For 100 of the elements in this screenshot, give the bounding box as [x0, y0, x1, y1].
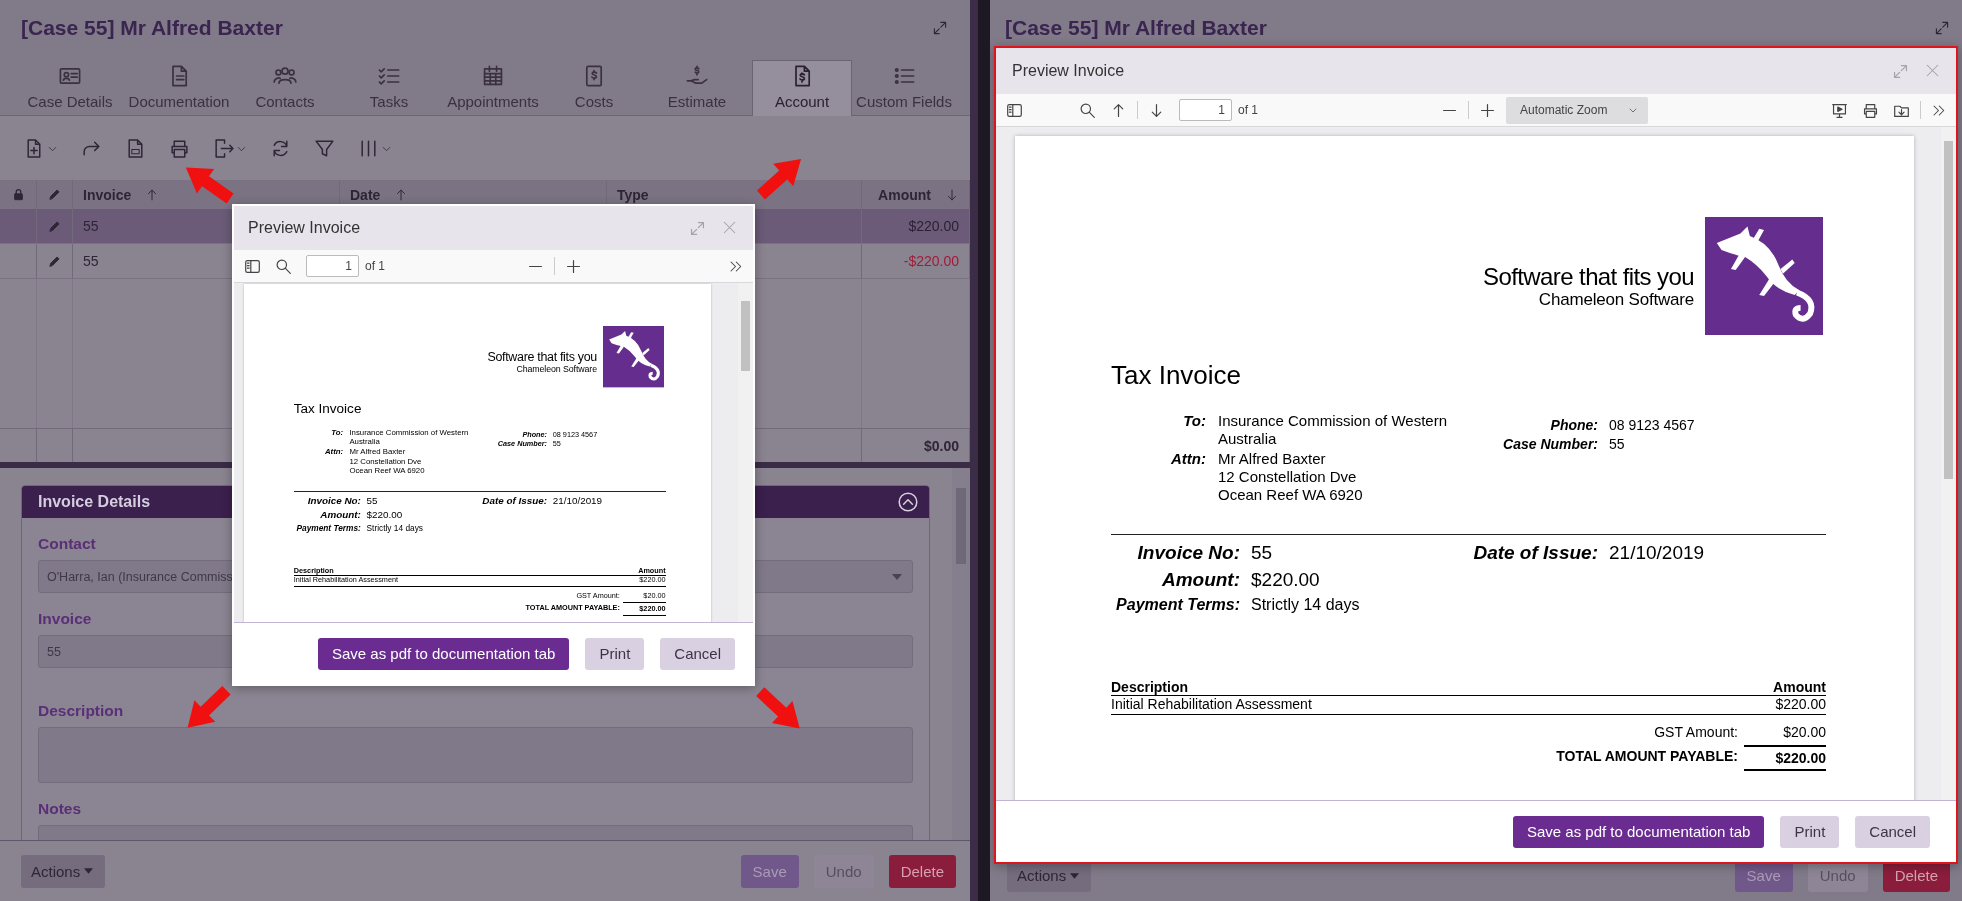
pencil-icon[interactable] — [48, 219, 61, 233]
pdf-icon[interactable] — [125, 137, 146, 159]
tab[interactable]: Account — [752, 60, 852, 116]
save-button[interactable]: Save — [740, 854, 799, 888]
document-title: Tax Invoice — [293, 400, 363, 417]
page-number-field[interactable]: 1 — [306, 255, 359, 277]
page-number-field[interactable]: 1 — [1179, 99, 1232, 121]
column-header[interactable]: Type — [617, 186, 649, 203]
dialog-button[interactable]: Cancel — [1855, 815, 1930, 848]
table-cell: 55 — [83, 253, 99, 269]
field-value: 55 — [1609, 435, 1626, 454]
caret-icon[interactable] — [1070, 872, 1080, 879]
tab[interactable]: Case Details — [14, 55, 126, 116]
scrollbar[interactable] — [952, 468, 970, 840]
page-count: of 1 — [365, 259, 385, 273]
document-title: Tax Invoice — [1111, 360, 1243, 390]
tab[interactable]: Custom Fields — [852, 55, 956, 116]
zoom-in-icon[interactable] — [1479, 101, 1496, 119]
total-value: $20.00 — [1782, 723, 1826, 742]
refresh-icon[interactable] — [270, 137, 291, 159]
field-label: Invoice No: — [306, 494, 361, 509]
total-value: $220.00 — [1744, 745, 1826, 771]
tab[interactable]: Costs — [546, 55, 642, 116]
address-line: Mr Alfred Baxter — [1218, 450, 1327, 468]
address-line: 12 Constellation Dve — [1218, 468, 1358, 486]
table-cell: -$220.00 — [903, 253, 959, 269]
double-chevron-icon[interactable] — [728, 258, 743, 274]
table-header: Amount — [1773, 679, 1826, 695]
scrollbar[interactable] — [738, 283, 753, 622]
tab[interactable]: Tasks — [338, 55, 440, 116]
total-label: TOTAL AMOUNT PAYABLE: — [1556, 747, 1739, 766]
field-label: Payment Terms: — [1115, 595, 1240, 615]
field-label: Date of Issue: — [1472, 541, 1598, 565]
company-name: Chameleon Software — [515, 364, 597, 375]
column-header[interactable]: Invoice — [83, 186, 160, 203]
actions-button[interactable]: Actions — [21, 854, 106, 888]
sidebar-icon[interactable] — [1006, 101, 1023, 119]
company-tagline: Software that fits you — [1483, 264, 1694, 290]
field-value: $220.00 — [366, 508, 404, 523]
table-cell: 55 — [83, 218, 99, 234]
zoom-select[interactable]: Automatic Zoom — [1506, 96, 1648, 124]
field-label: To: — [1182, 412, 1206, 431]
collapse-icon[interactable] — [897, 491, 919, 513]
caret-icon[interactable] — [892, 573, 902, 580]
filter-icon[interactable] — [314, 137, 335, 159]
field-label: Invoice No: — [1136, 541, 1240, 565]
dialog-button[interactable]: Print — [1780, 815, 1840, 848]
dialog-title: Preview Invoice — [1012, 62, 1125, 80]
delete-button[interactable]: Delete — [888, 854, 956, 888]
zoom-in-icon[interactable] — [565, 257, 582, 275]
tab[interactable]: Appointments — [440, 55, 546, 116]
pencil-icon[interactable] — [48, 254, 61, 268]
calendar-icon — [481, 64, 505, 88]
save-pdf-button[interactable]: Save as pdf to documentation tab — [1512, 815, 1765, 848]
search-icon[interactable] — [275, 257, 292, 275]
field-value: 21/10/2019 — [552, 494, 603, 509]
pointer-arrow — [756, 687, 800, 729]
expand-icon[interactable] — [932, 19, 948, 36]
caret-icon[interactable] — [84, 868, 94, 874]
field-label: Date of Issue: — [481, 494, 547, 509]
pointer-arrow — [185, 167, 234, 204]
pencil-icon — [48, 188, 61, 201]
field-value: Strictly 14 days — [1251, 595, 1361, 615]
field-label: Notes — [38, 799, 83, 819]
field-label: Phone: — [1549, 416, 1598, 435]
scrollbar[interactable] — [1941, 127, 1956, 800]
sidebar-icon[interactable] — [244, 257, 261, 275]
field-label: Amount: — [319, 508, 361, 523]
page-count: of 1 — [1238, 103, 1258, 117]
print-icon[interactable] — [169, 137, 190, 159]
company-name: Chameleon Software — [1537, 290, 1694, 310]
field-value: 55 — [366, 494, 379, 509]
lizard-logo — [602, 326, 665, 388]
print-icon[interactable] — [1862, 101, 1879, 119]
column-header[interactable]: Date — [350, 186, 409, 203]
field-label: Attn: — [1170, 450, 1206, 469]
tab[interactable]: Estimate — [642, 55, 752, 116]
panel-title: [Case 55] Mr Alfred Baxter — [1005, 15, 1267, 40]
table-cell: $220.00 — [908, 218, 959, 234]
field-value: Strictly 14 days — [366, 522, 424, 535]
columns-icon[interactable] — [358, 137, 379, 159]
tab[interactable]: Contacts — [232, 55, 338, 116]
field-label: Case Number: — [1502, 435, 1598, 454]
column-header[interactable]: Amount — [878, 186, 959, 203]
double-chevron-icon[interactable] — [1931, 102, 1946, 118]
dialog-button[interactable]: Cancel — [660, 637, 735, 670]
presentation-icon[interactable] — [1831, 101, 1848, 119]
field-value: 55 — [1251, 541, 1274, 565]
panel-title: [Case 55] Mr Alfred Baxter — [21, 15, 283, 40]
field-value: $220.00 — [1251, 568, 1321, 592]
tab[interactable]: Documentation — [126, 55, 232, 116]
total-label: GST Amount: — [1654, 723, 1739, 742]
export-icon[interactable] — [213, 137, 234, 159]
table-cell: $220.00 — [1775, 696, 1826, 712]
dialog-button[interactable]: Print — [585, 637, 645, 670]
expand-icon[interactable] — [1934, 19, 1950, 36]
dialog-title: Preview Invoice — [248, 219, 361, 237]
company-tagline: Software that fits you — [487, 350, 597, 365]
save-pdf-button[interactable]: Save as pdf to documentation tab — [317, 637, 570, 670]
search-icon[interactable] — [1079, 101, 1096, 119]
